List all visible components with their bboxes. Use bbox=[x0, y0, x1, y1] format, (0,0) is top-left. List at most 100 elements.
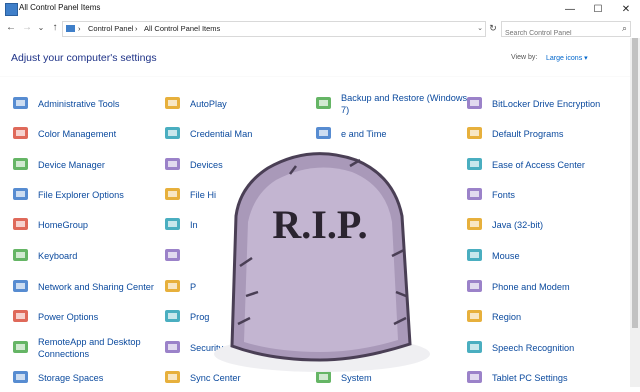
programs-features-icon bbox=[163, 307, 182, 326]
autoplay-icon bbox=[163, 94, 182, 113]
control-panel-item-label: Fonts bbox=[492, 190, 515, 200]
device-manager-icon bbox=[11, 155, 30, 174]
control-panel-item-label: Administrative Tools bbox=[38, 99, 120, 109]
control-panel-item[interactable]: Backup and Restore (Windows 7) bbox=[314, 90, 467, 118]
control-panel-item-label: Region bbox=[492, 312, 522, 322]
control-panel-item[interactable]: Administrative Tools bbox=[11, 90, 161, 118]
devices-printers-icon bbox=[163, 155, 182, 174]
control-panel-item-label: RemoteApp and Desktop Connections bbox=[38, 337, 141, 359]
view-by-dropdown[interactable]: Large icons ▾ bbox=[546, 54, 588, 62]
file-history-icon bbox=[163, 185, 182, 204]
control-panel-item[interactable]: Tablet PC Settings bbox=[465, 364, 615, 392]
back-button[interactable]: ← bbox=[4, 20, 18, 36]
control-panel-item[interactable]: HomeGroup bbox=[11, 211, 161, 239]
date-time-icon bbox=[314, 124, 333, 143]
network-sharing-icon bbox=[11, 277, 30, 296]
remoteapp-icon bbox=[11, 338, 30, 357]
ease-of-access-icon bbox=[465, 155, 484, 174]
language-icon bbox=[163, 246, 182, 265]
phone-modem-icon bbox=[465, 277, 484, 296]
title-bar: All Control Panel Items — ☐ ✕ bbox=[0, 0, 640, 20]
control-panel-item[interactable]: Color Management bbox=[11, 120, 161, 148]
control-panel-item[interactable]: Default Programs bbox=[465, 120, 615, 148]
search-box[interactable]: ⌕ bbox=[501, 21, 631, 41]
recent-locations-button[interactable]: ⌄ bbox=[34, 20, 48, 36]
control-panel-item[interactable]: BitLocker Drive Encryption bbox=[465, 90, 615, 118]
minimize-button[interactable]: — bbox=[556, 0, 584, 19]
storage-spaces-icon bbox=[11, 368, 30, 387]
control-panel-item[interactable]: Credential Man bbox=[163, 120, 313, 148]
control-panel-item-label: BitLocker Drive Encryption bbox=[492, 99, 601, 109]
control-panel-item[interactable]: Storage Spaces bbox=[11, 364, 161, 392]
address-dropdown-icon[interactable]: ⌄ bbox=[477, 22, 483, 36]
maximize-button[interactable]: ☐ bbox=[584, 0, 612, 19]
personalization-icon bbox=[163, 277, 182, 296]
scrollbar-thumb[interactable] bbox=[632, 38, 638, 328]
control-panel-item[interactable]: Device Manager bbox=[11, 151, 161, 179]
control-panel-item-label: Storage Spaces bbox=[38, 373, 104, 383]
fonts-icon bbox=[465, 185, 484, 204]
control-panel-item-label: Power Options bbox=[38, 312, 99, 322]
refresh-button[interactable]: ↻ bbox=[486, 21, 500, 35]
control-panel-item[interactable]: e and Time bbox=[314, 120, 464, 148]
breadcrumb-all-items[interactable]: All Control Panel Items bbox=[144, 22, 220, 36]
control-panel-item[interactable]: File Explorer Options bbox=[11, 181, 161, 209]
control-panel-item[interactable]: Fonts bbox=[465, 181, 615, 209]
power-options-icon bbox=[11, 307, 30, 326]
speech-recognition-icon bbox=[465, 338, 484, 357]
control-panel-item[interactable]: Java (32-bit) bbox=[465, 211, 615, 239]
mouse-icon bbox=[465, 246, 484, 265]
up-button[interactable]: ↑ bbox=[48, 20, 62, 36]
control-panel-item-label: Color Management bbox=[38, 129, 117, 139]
control-panel-item[interactable]: RemoteApp and Desktop Connections bbox=[11, 334, 161, 362]
rip-text: R.I.P. bbox=[272, 202, 367, 247]
control-panel-item-label: Java (32-bit) bbox=[492, 220, 544, 230]
address-field[interactable]: › Control Panel › All Control Panel Item… bbox=[62, 21, 486, 37]
tombstone-face bbox=[244, 167, 398, 352]
control-panel-item[interactable]: Phone and Modem bbox=[465, 273, 615, 301]
rip-tombstone-overlay: R.I.P. bbox=[214, 152, 430, 372]
control-panel-item-label: Ease of Access Center bbox=[492, 160, 585, 170]
control-panel-item[interactable]: AutoPlay bbox=[163, 90, 313, 118]
tablet-pc-icon bbox=[465, 368, 484, 387]
control-panel-item-label: Device Manager bbox=[38, 160, 105, 170]
control-panel-item-label: Mouse bbox=[492, 251, 520, 261]
control-panel-item[interactable]: Speech Recognition bbox=[465, 334, 615, 362]
breadcrumb-separator: › bbox=[135, 24, 138, 33]
control-panel-item-label: Tablet PC Settings bbox=[492, 373, 568, 383]
control-panel-item-label: File Explorer Options bbox=[38, 190, 124, 200]
control-panel-item[interactable]: Region bbox=[465, 303, 615, 331]
control-panel-item[interactable]: Power Options bbox=[11, 303, 161, 331]
control-panel-item-label: Keyboard bbox=[38, 251, 78, 261]
administrative-tools-icon bbox=[11, 94, 30, 113]
indexing-options-icon bbox=[163, 215, 182, 234]
control-panel-item[interactable]: Network and Sharing Center bbox=[11, 273, 161, 301]
homegroup-icon bbox=[11, 215, 30, 234]
content-pane: Adjust your computer's settings View by:… bbox=[0, 38, 630, 387]
control-panel-icon bbox=[66, 25, 75, 32]
sync-center-icon bbox=[163, 368, 182, 387]
breadcrumb-separator: › bbox=[78, 24, 81, 33]
region-icon bbox=[465, 307, 484, 326]
default-programs-icon bbox=[465, 124, 484, 143]
color-management-icon bbox=[11, 124, 30, 143]
close-button[interactable]: ✕ bbox=[612, 0, 640, 19]
search-icon[interactable]: ⌕ bbox=[622, 23, 627, 34]
security-maintenance-icon bbox=[163, 338, 182, 357]
control-panel-item-label: Speech Recognition bbox=[492, 343, 575, 353]
control-panel-item[interactable]: Mouse bbox=[465, 242, 615, 270]
control-panel-item[interactable]: Keyboard bbox=[11, 242, 161, 270]
java-icon bbox=[465, 215, 484, 234]
vertical-scrollbar[interactable] bbox=[630, 38, 640, 387]
credential-manager-icon bbox=[163, 124, 182, 143]
window-title: All Control Panel Items bbox=[19, 3, 101, 12]
address-toolbar: ← → ⌄ ↑ › Control Panel › All Control Pa… bbox=[0, 19, 640, 41]
backup-restore-icon bbox=[314, 94, 333, 113]
control-panel-item-label: AutoPlay bbox=[190, 99, 227, 109]
file-explorer-options-icon bbox=[11, 185, 30, 204]
bitlocker-icon bbox=[465, 94, 484, 113]
control-panel-item[interactable]: Ease of Access Center bbox=[465, 151, 615, 179]
forward-button[interactable]: → bbox=[20, 20, 34, 36]
breadcrumb-control-panel[interactable]: Control Panel bbox=[88, 22, 133, 36]
view-by-label: View by: bbox=[511, 54, 538, 61]
